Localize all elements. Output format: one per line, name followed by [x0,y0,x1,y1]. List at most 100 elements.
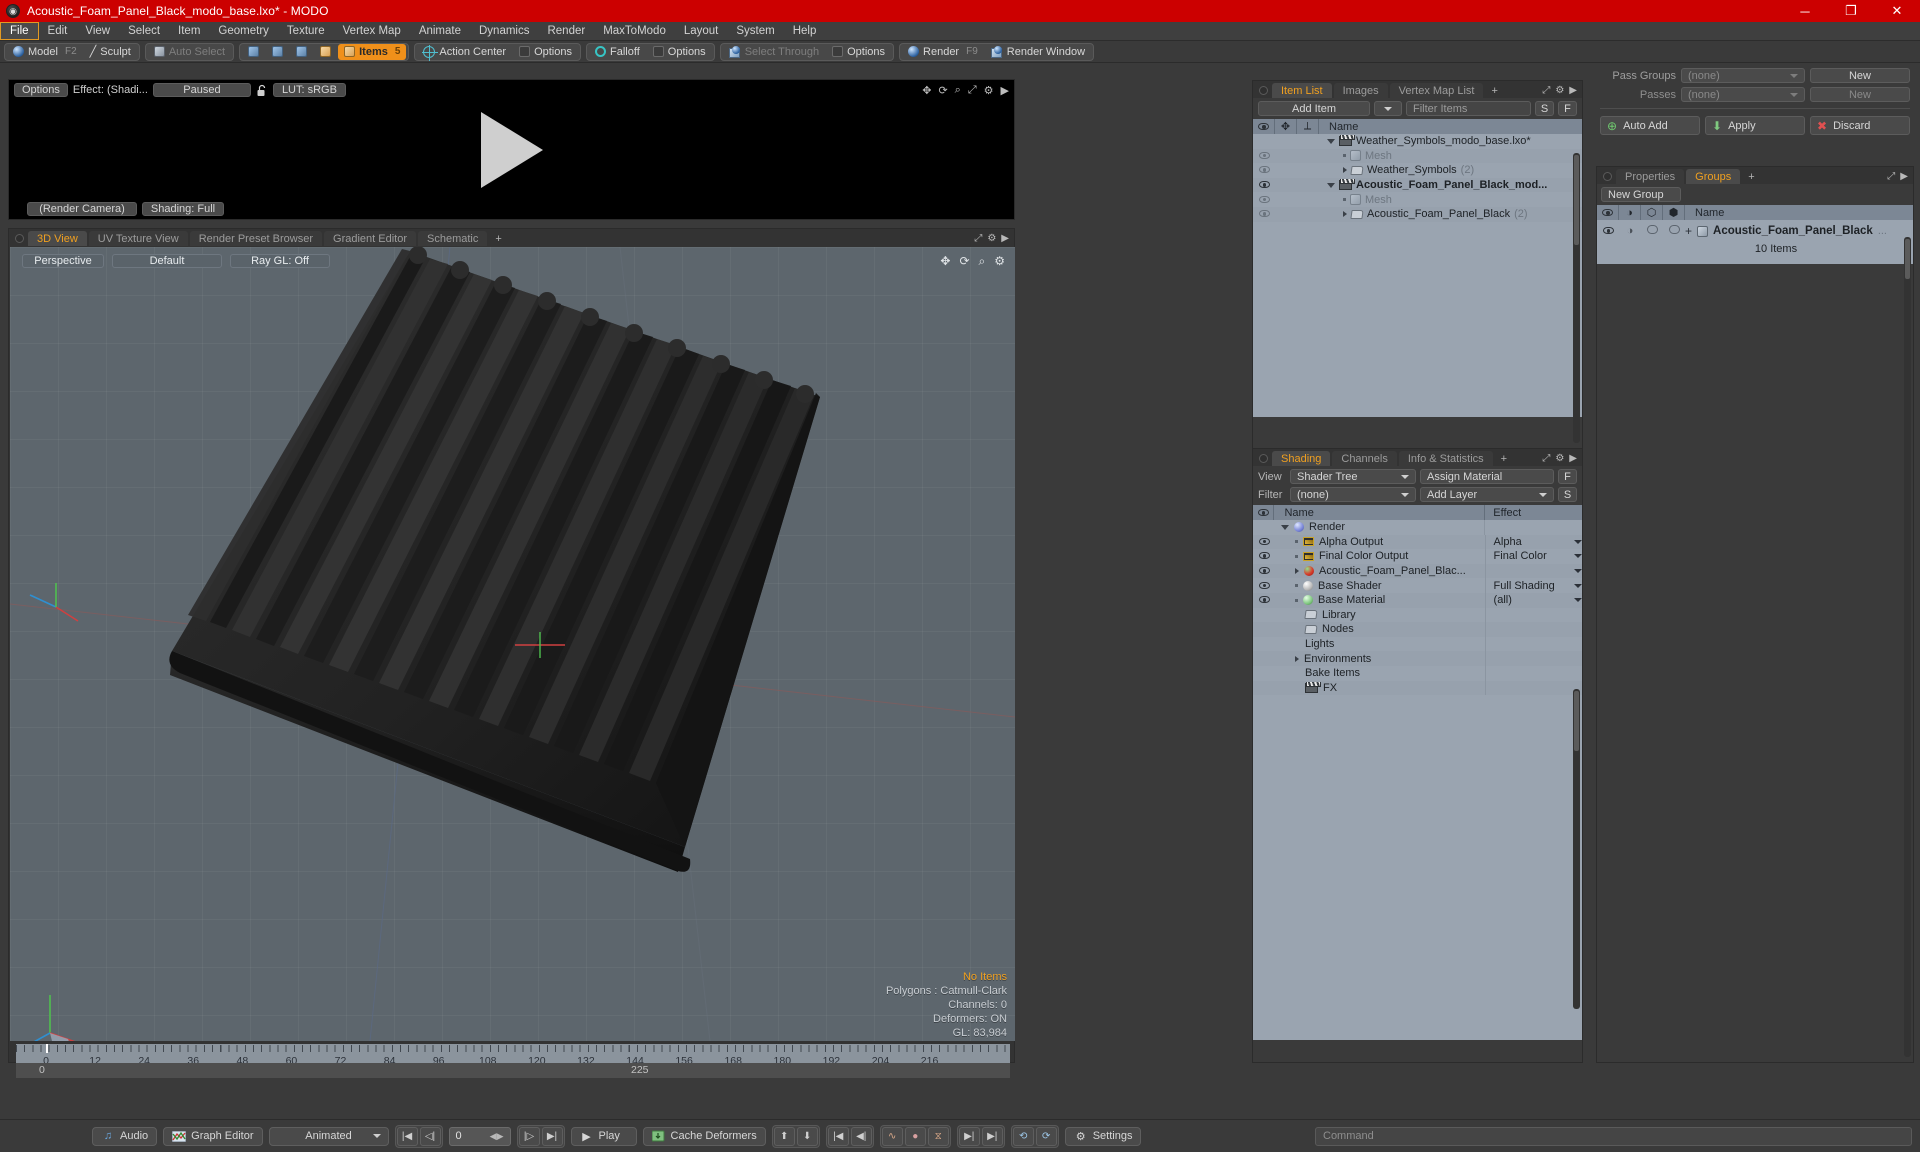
item-visibility-toggle[interactable] [1253,208,1275,220]
auto-select-button[interactable]: Auto Select [148,44,231,60]
chevron-down-icon[interactable] [1574,554,1582,559]
menu-view[interactable]: View [76,22,119,40]
visibility-toggle[interactable] [1258,581,1270,589]
menu-item[interactable]: Item [169,22,209,40]
chevron-down-icon[interactable] [1574,569,1582,574]
render-preview-options-button[interactable]: Options [14,83,68,97]
shader-tree-scrollbar[interactable] [1573,689,1580,1009]
shader-tree-scroll-thumb[interactable] [1574,691,1579,751]
viewport-perspective-button[interactable]: Perspective [22,254,104,268]
visibility-toggle[interactable] [1258,210,1270,218]
visibility-toggle[interactable] [1258,596,1270,604]
zoom-icon[interactable]: ⌕ [955,84,961,97]
sculpt-mode-button[interactable]: ╱ Sculpt [84,44,137,60]
chevron-down-icon[interactable] [1574,583,1582,588]
layer-visibility-toggle[interactable] [1253,580,1275,592]
chevron-down-icon[interactable] [1574,598,1582,603]
tab-uv-texture-view[interactable]: UV Texture View [88,231,188,246]
shader-tree-row[interactable]: Alpha Output Alpha [1253,534,1582,550]
render-preview-paused-button[interactable]: Paused [152,83,251,97]
chevron-right-icon[interactable]: ▶ [1569,85,1577,96]
layer-effect-cell[interactable] [1484,563,1582,579]
falloff-options-button[interactable]: Options [647,44,712,60]
graph-editor-button[interactable]: Graph Editor [163,1126,263,1146]
visibility-toggle[interactable] [1258,181,1270,189]
col-axis-icon[interactable]: ⟂ [1297,119,1319,134]
col-wire-icon[interactable]: ⬡ [1641,205,1663,220]
layer-effect-cell[interactable] [1484,520,1582,535]
tab-channels[interactable]: Channels [1332,451,1397,466]
auto-key-icon[interactable]: ⧖ [927,1126,949,1146]
menu-render[interactable]: Render [538,22,594,40]
rotate-icon[interactable]: ⟳ [959,254,969,269]
layer-visibility-toggle[interactable] [1253,638,1275,650]
expand-arrow-icon[interactable] [1343,167,1347,174]
menu-maxtomodo[interactable]: MaxToModo [594,22,675,40]
gear-icon[interactable]: ⚙ [984,84,994,97]
maximize-panel-icon[interactable]: ⤢ [974,233,982,244]
groups-scrollbar[interactable] [1904,237,1911,1057]
command-input[interactable]: Command [1315,1126,1912,1146]
groups-list-body[interactable]: ◑ + Acoustic_Foam_Panel_Black ... 10 Ite… [1597,220,1913,264]
timeline-range-bar[interactable]: 0 225 [16,1063,1010,1078]
new-group-button[interactable]: New Group [1601,187,1681,202]
shader-tree-row[interactable]: Final Color Output Final Color [1253,549,1582,564]
item-list-s-button[interactable]: S [1535,101,1554,116]
maximize-panel-icon[interactable]: ⤢ [1542,85,1550,96]
layer-visibility-toggle[interactable] [1253,536,1275,548]
menu-layout[interactable]: Layout [675,22,728,40]
model-mode-button[interactable]: Model F2 [7,44,83,60]
timeline-ruler[interactable]: 0 12 24 36 48 60 72 84 96 108 120 132 144 156 168 180 19… [16,1044,1010,1067]
step-back-icon[interactable]: ◁| [419,1126,441,1146]
visibility-toggle[interactable] [1258,151,1270,159]
settings-button[interactable]: ⚙ Settings [1064,1126,1142,1146]
lock-open-icon[interactable] [256,84,268,97]
3d-viewport-canvas[interactable]: Perspective Default Ray GL: Off ✥ ⟳ ⌕ ⚙ [10,247,1015,1041]
shading-panel-dot[interactable] [1259,454,1268,463]
item-visibility-toggle[interactable] [1253,150,1275,162]
group-shade-toggle[interactable]: ◑ [1619,225,1641,237]
tab-3d-view[interactable]: 3D View [28,231,87,246]
item-list-scrollbar[interactable] [1573,153,1580,443]
item-visibility-toggle[interactable] [1253,135,1275,147]
shader-tree-row[interactable]: Bake Items [1253,665,1582,681]
maximize-panel-icon[interactable]: ⤢ [1542,453,1550,464]
collapse-arrow-icon[interactable] [1327,182,1335,188]
col-lock-icon[interactable]: ✥ [1275,119,1297,134]
next-key-icon[interactable]: ◀| [850,1126,872,1146]
menu-select[interactable]: Select [119,22,169,40]
reload-icon[interactable]: ⟲ [1012,1126,1034,1146]
tab-shading[interactable]: Shading [1272,451,1331,466]
tab-add-viewport[interactable]: + [489,231,507,246]
go-start-icon[interactable]: |◀ [396,1126,418,1146]
viewport-panel-dot[interactable] [15,234,24,243]
tab-add-item-panel[interactable]: + [1485,83,1503,98]
menu-vertex-map[interactable]: Vertex Map [334,22,410,40]
curve-icon[interactable]: ∿ [881,1126,903,1146]
maximize-button[interactable]: ❐ [1828,0,1874,22]
tab-item-list[interactable]: Item List [1272,83,1332,98]
shader-tree-dropdown[interactable]: Shader Tree [1290,469,1416,484]
add-layer-dropdown[interactable]: Add Layer [1420,487,1554,502]
acoustic-foam-panel-mesh[interactable] [10,247,1015,1041]
gear-icon[interactable]: ⚙ [994,254,1005,269]
lut-button[interactable]: LUT: sRGB [272,83,346,97]
tab-properties[interactable]: Properties [1616,169,1685,184]
tab-schematic[interactable]: Schematic [418,231,488,246]
item-list-row[interactable]: Weather_Symbols_modo_base.lxo* [1253,134,1582,149]
passes-new-button[interactable]: New [1810,87,1910,102]
shader-tree-row[interactable]: Nodes [1253,622,1582,637]
collapse-arrow-icon[interactable] [1327,138,1335,144]
menu-dynamics[interactable]: Dynamics [470,22,538,40]
group-wire-toggle[interactable] [1641,225,1663,237]
shading-f-button[interactable]: F [1558,469,1577,484]
go-end-icon[interactable]: ▶| [541,1126,563,1146]
audio-button[interactable]: ♫ Audio [92,1126,158,1146]
layer-visibility-toggle[interactable] [1253,623,1275,635]
tab-groups[interactable]: Groups [1686,169,1741,184]
select-through-button[interactable]: Select Through [723,44,825,60]
reload-alt-icon[interactable]: ⟳ [1035,1126,1057,1146]
tab-info-statistics[interactable]: Info & Statistics [1398,451,1493,466]
menu-texture[interactable]: Texture [278,22,334,40]
layer-visibility-toggle[interactable] [1253,682,1275,694]
